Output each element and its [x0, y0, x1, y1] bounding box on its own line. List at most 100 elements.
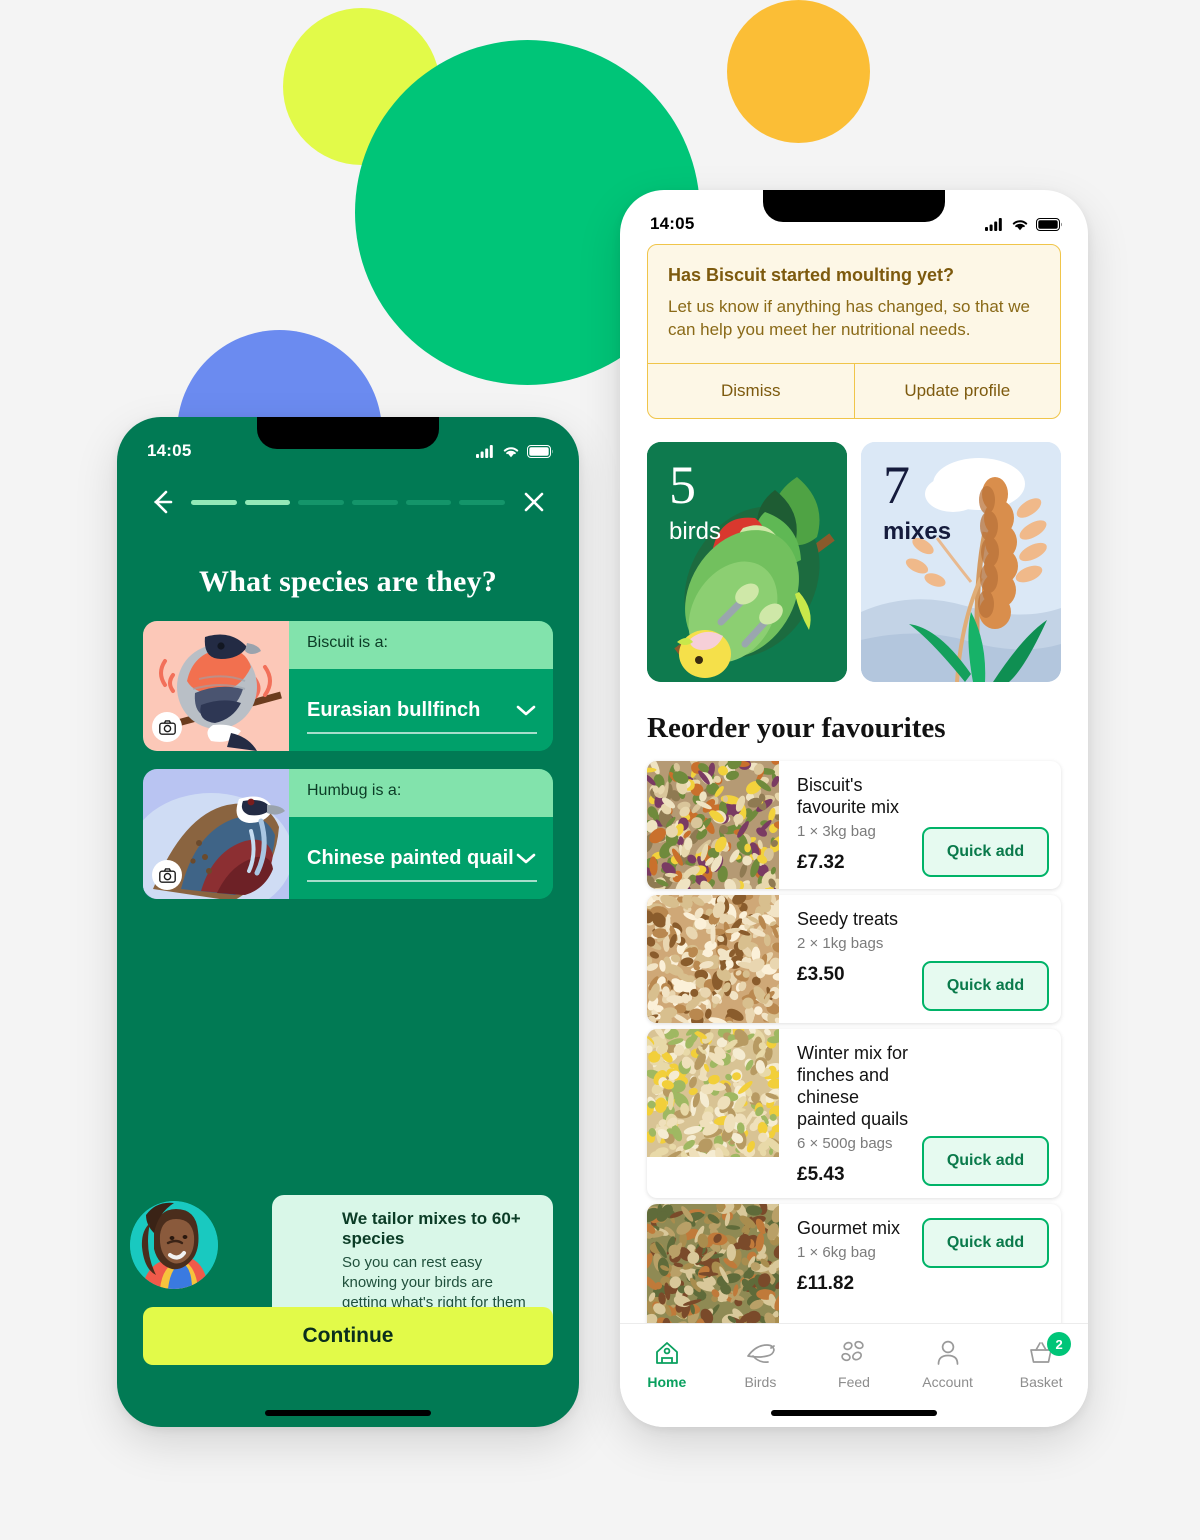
- product-text: Gourmet mix 1 × 6kg bag £11.82: [797, 1218, 922, 1320]
- camera-icon: [158, 867, 176, 883]
- alert-body: Has Biscuit started moulting yet? Let us…: [648, 245, 1060, 363]
- status-bar: 14:05: [620, 190, 1088, 244]
- bird-fields: Humbug is a: Chinese painted quail: [289, 769, 553, 899]
- amber-circle: [727, 0, 870, 143]
- close-button[interactable]: [517, 485, 551, 519]
- alert-title: Has Biscuit started moulting yet?: [668, 265, 955, 285]
- dismiss-button[interactable]: Dismiss: [648, 364, 854, 418]
- tab-account[interactable]: Account: [901, 1337, 995, 1390]
- product-name: Winter mix for finches and chinese paint…: [797, 1043, 909, 1130]
- tab-basket-label: Basket: [1019, 1374, 1063, 1390]
- species-select-biscuit[interactable]: Eurasian bullfinch: [289, 669, 553, 751]
- onboarding-top-bar: [117, 471, 579, 519]
- quick-add-button[interactable]: Quick add: [922, 961, 1049, 1012]
- field-underline: [307, 732, 537, 734]
- field-underline: [307, 880, 537, 882]
- tab-home-label: Home: [647, 1374, 687, 1390]
- signal-icon: [985, 217, 1002, 231]
- bird-name-label: Humbug is a:: [289, 769, 553, 817]
- onboarding-progress: [191, 499, 506, 505]
- page-title: What species are they?: [199, 565, 497, 598]
- product-price: £7.32: [797, 852, 845, 874]
- seed-mix-photo-1: [647, 761, 779, 890]
- avatar: [130, 1201, 218, 1289]
- product-name: Gourmet mix: [797, 1218, 901, 1239]
- product-price: £11.82: [797, 1272, 855, 1294]
- section-title-reorder: Reorder your favourites: [647, 712, 946, 745]
- product-quantity: 2 × 1kg bags: [797, 935, 884, 953]
- tab-birds[interactable]: Birds: [714, 1337, 808, 1390]
- product-quantity: 1 × 3kg bag: [797, 823, 876, 841]
- quick-add-button[interactable]: Quick add: [922, 827, 1049, 878]
- product-row[interactable]: Gourmet mix 1 × 6kg bag £11.82 Quick add: [647, 1204, 1061, 1333]
- seeds-icon: [807, 1337, 901, 1369]
- product-name: Biscuit's favourite mix: [797, 775, 900, 818]
- product-price: £5.43: [797, 1164, 845, 1186]
- species-value: Eurasian bullfinch: [307, 698, 481, 721]
- tab-account-label: Account: [922, 1374, 973, 1390]
- camera-button[interactable]: [152, 860, 182, 890]
- species-select-humbug[interactable]: Chinese painted quail: [289, 817, 553, 899]
- quail-illustration: [143, 769, 289, 899]
- alert-body-text: Let us know if anything has changed, so …: [668, 297, 1030, 340]
- seed-mix-photo-3: [647, 1029, 779, 1198]
- close-icon: [524, 492, 544, 512]
- product-name: Seedy treats: [797, 909, 899, 930]
- product-list: Biscuit's favourite mix 1 × 3kg bag £7.32 Q…: [647, 761, 1061, 1333]
- home-indicator: [771, 1410, 937, 1416]
- chevron-down-icon: [516, 853, 536, 864]
- product-row[interactable]: Winter mix for finches and chinese paint…: [647, 1029, 1061, 1199]
- bottom-tab-bar: Home Birds Feed Account 2 Basket: [620, 1323, 1088, 1427]
- birds-count-card[interactable]: 5 birds: [647, 442, 847, 683]
- bullfinch-illustration: [143, 621, 289, 751]
- basket-badge: 2: [1047, 1332, 1072, 1356]
- mixes-count-label: mixes: [883, 518, 952, 546]
- battery-icon: [527, 444, 553, 458]
- seed-mix-photo-4: [647, 1204, 779, 1333]
- tailor-subtitle: So you can rest easy knowing your birds …: [342, 1254, 526, 1311]
- quick-add-button[interactable]: Quick add: [922, 1136, 1049, 1187]
- tab-basket[interactable]: 2 Basket: [994, 1332, 1088, 1390]
- bird-icon: [714, 1337, 808, 1369]
- wifi-icon: [1012, 219, 1028, 230]
- back-button[interactable]: [145, 485, 179, 519]
- status-time: 14:05: [147, 441, 192, 460]
- progress-segment-3: [298, 499, 345, 505]
- chevron-down-icon: [516, 705, 536, 716]
- product-info: Winter mix for finches and chinese paint…: [779, 1029, 1061, 1198]
- bird-card-humbug: Humbug is a: Chinese painted quail: [143, 769, 553, 899]
- product-price: £3.50: [797, 964, 845, 986]
- seed-mix-photo-2: [647, 895, 779, 1024]
- product-info: Gourmet mix 1 × 6kg bag £11.82 Quick add: [779, 1204, 1061, 1332]
- arrow-left-icon: [154, 490, 173, 514]
- mixes-count-number: 7: [883, 455, 910, 516]
- quick-add-button[interactable]: Quick add: [922, 1218, 1049, 1269]
- product-text: Biscuit's favourite mix 1 × 3kg bag £7.32: [797, 775, 922, 877]
- update-profile-button[interactable]: Update profile: [853, 364, 1061, 419]
- moulting-alert-card: Has Biscuit started moulting yet? Let us…: [647, 244, 1061, 420]
- species-value: Chinese painted quail: [307, 846, 514, 869]
- tab-feed[interactable]: Feed: [807, 1337, 901, 1390]
- progress-segment-4: [352, 499, 398, 505]
- tab-home[interactable]: Home: [620, 1337, 714, 1390]
- product-info: Seedy treats 2 × 1kg bags £3.50 Quick add: [779, 895, 1061, 1023]
- bird-card-biscuit: Biscuit is a: Eurasian bullfinch: [143, 621, 553, 751]
- home-icon: [620, 1337, 714, 1369]
- camera-button[interactable]: [152, 712, 182, 742]
- mixes-count-card[interactable]: 7 mixes: [861, 442, 1061, 683]
- product-text: Winter mix for finches and chinese paint…: [797, 1043, 922, 1186]
- progress-segment-2: [244, 499, 291, 505]
- alert-actions: Dismiss Update profile: [648, 363, 1061, 419]
- tab-birds-label: Birds: [744, 1374, 777, 1390]
- tab-feed-label: Feed: [838, 1374, 870, 1390]
- product-quantity: 1 × 6kg bag: [797, 1243, 876, 1261]
- product-row[interactable]: Biscuit's favourite mix 1 × 3kg bag £7.32 Q…: [647, 761, 1061, 890]
- continue-button[interactable]: Continue: [143, 1307, 553, 1365]
- wifi-icon: [503, 446, 519, 457]
- progress-segment-5: [405, 499, 452, 505]
- home-screen-phone: 14:05 Has Biscuit started moulting yet? …: [620, 190, 1088, 1427]
- onboarding-phone: 14:05 What species are they? Biscuit is …: [117, 417, 579, 1427]
- basket-icon: [994, 1337, 1088, 1369]
- product-quantity: 6 × 500g bags: [797, 1135, 893, 1153]
- product-row[interactable]: Seedy treats 2 × 1kg bags £3.50 Quick add: [647, 895, 1061, 1024]
